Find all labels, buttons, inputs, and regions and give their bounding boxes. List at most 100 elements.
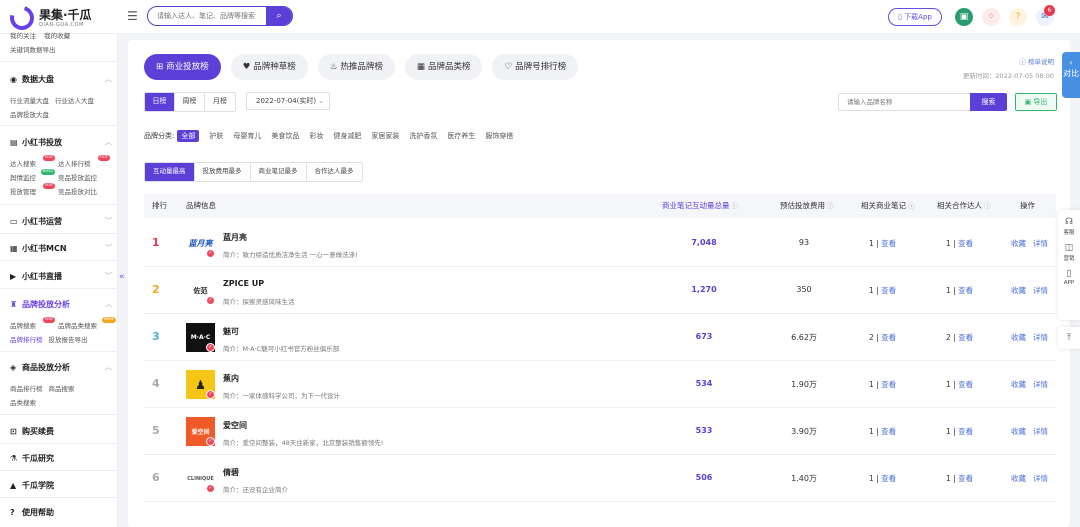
category-baby[interactable]: 母婴育儿 [233, 131, 261, 141]
view-kols-link[interactable]: 查看 [958, 333, 973, 342]
sidebar-item-brand-rank[interactable]: 品牌排行榜 [10, 336, 43, 344]
brand-name[interactable]: ZPICE UP [223, 279, 264, 288]
app-button[interactable]: ▯ APP [1058, 269, 1080, 286]
view-notes-link[interactable]: 查看 [881, 239, 896, 248]
sidebar-section-live[interactable]: ▶ 小红书直播 ﹀ [10, 271, 112, 282]
sidebar-section-help[interactable]: ? 使用帮助 [10, 507, 112, 518]
global-search-input[interactable] [148, 7, 266, 25]
view-notes-link[interactable]: 查看 [881, 380, 896, 389]
sidebar-item-brand-ads[interactable]: 品牌投放大盘 [10, 111, 49, 119]
col-notes[interactable]: 相关商业笔记 ⓘ [861, 194, 915, 218]
sidebar-section-mcn[interactable]: ▦ 小红书MCN ﹀ [10, 243, 112, 254]
detail-link[interactable]: 详情 [1033, 380, 1048, 389]
table-row[interactable]: 6 CLINIQUE ✓ 倩碧 简介：还没有企业简介 506 1.40万 1 | 查看 1 | … [144, 455, 1056, 502]
sidebar-item-sentiment[interactable]: 舆情监控 Beta [10, 169, 55, 182]
sidebar-item-kol-search[interactable]: 达人搜索 Hot [10, 155, 55, 168]
sidebar-section-xhs-ads[interactable]: ▤ 小红书投放 ︿ [10, 137, 112, 148]
sidebar-item-competitor-monitor[interactable]: 竞品投放监控 [58, 174, 97, 182]
favorite-link[interactable]: 收藏 [1011, 286, 1026, 295]
search-icon[interactable]: ⌕ [266, 7, 292, 25]
category-health[interactable]: 医疗养生 [447, 131, 475, 141]
view-notes-link[interactable]: 查看 [881, 286, 896, 295]
sidebar-item-category-search[interactable]: 品类搜索 [10, 399, 36, 407]
export-button[interactable]: ▣ 导出 [1015, 93, 1057, 111]
favorite-link[interactable]: 收藏 [1011, 333, 1026, 342]
sidebar-section-research[interactable]: ⚗ 千瓜研究 [10, 453, 112, 464]
help-icon[interactable]: ? [1009, 8, 1027, 26]
view-kols-link[interactable]: 查看 [958, 380, 973, 389]
download-app-button[interactable]: ▯ 下载App [888, 8, 942, 26]
sidebar-item-report-export[interactable]: 投放报告导出 [49, 336, 88, 344]
category-home[interactable]: 家居家装 [371, 131, 399, 141]
detail-link[interactable]: 详情 [1033, 239, 1048, 248]
col-fee[interactable]: 预估投放费用 ⓘ [780, 194, 834, 218]
category-fashion[interactable]: 服饰穿搭 [485, 131, 513, 141]
brand-search-button[interactable]: 搜索 [970, 93, 1007, 111]
favorite-link[interactable]: 收藏 [1011, 239, 1026, 248]
compare-button[interactable]: ‹ 对比 [1062, 52, 1080, 98]
menu-toggle-icon[interactable]: ☰ [127, 9, 138, 23]
sidebar-item-keyword-export[interactable]: 关键词数据导出 [10, 46, 56, 54]
tab-brand-account[interactable]: ♡ 品牌号排行榜 [492, 54, 579, 80]
back-to-top-icon[interactable]: ⤒ [1058, 327, 1080, 349]
view-notes-link[interactable]: 查看 [881, 474, 896, 483]
brand-name-input[interactable] [838, 93, 970, 111]
tab-commercial-ads[interactable]: ⊞ 商业投放榜 [144, 54, 221, 80]
brand-name[interactable]: 蓝月亮 [223, 232, 247, 243]
category-skincare[interactable]: 护肤 [209, 131, 223, 141]
sort-fee[interactable]: 投放费用最多 [195, 163, 251, 181]
table-row[interactable]: 3 M·A·C ✓ 魅可 简介：M·A·C魅可小红书官方粉丝俱乐部 673 6.62万 2 |… [144, 314, 1056, 361]
tab-brand-seeding[interactable]: ♥ 品牌种草榜 [230, 54, 308, 80]
sidebar-item-favorites[interactable]: 我的收藏 [44, 32, 70, 40]
period-weekly[interactable]: 周榜 [175, 93, 205, 111]
favorite-link[interactable]: 收藏 [1011, 427, 1026, 436]
favorite-link[interactable]: 收藏 [1011, 380, 1026, 389]
brand-name[interactable]: 魅可 [223, 326, 239, 337]
sort-notes[interactable]: 商业笔记最多 [251, 163, 307, 181]
view-notes-link[interactable]: 查看 [881, 333, 896, 342]
tab-brand-category[interactable]: ▦ 品牌品类榜 [404, 54, 483, 80]
table-row[interactable]: 1 蓝月亮 ✓ 蓝月亮 简介：致力缔造优质洁净生活 一心一意做洗涤! 7,048 93 1 |… [144, 220, 1056, 267]
sidebar-collapse-icon[interactable]: « [119, 272, 125, 282]
apps-grid-icon[interactable]: ⁘ [982, 8, 1000, 26]
category-makeup[interactable]: 彩妆 [309, 131, 323, 141]
sidebar-item-industry-flow[interactable]: 行业流量大盘 [10, 97, 49, 105]
sidebar-item-brand-category-search[interactable]: 品牌品类搜索 New [58, 317, 116, 330]
brand-name[interactable]: 倩碧 [223, 467, 239, 478]
customer-service-button[interactable]: ☊ 客服 [1058, 217, 1080, 236]
brand-name[interactable]: 蕉内 [223, 373, 239, 384]
view-kols-link[interactable]: 查看 [958, 286, 973, 295]
col-interaction[interactable]: 商业笔记互动量总量 ⓘ [662, 194, 738, 218]
sidebar-item-ads-manage[interactable]: 投放管理 Hot [10, 183, 55, 196]
sidebar-item-goods-rank[interactable]: 商品排行榜 [10, 385, 43, 393]
marketing-button[interactable]: ◫ 营销 [1058, 243, 1080, 262]
period-daily[interactable]: 日榜 [145, 93, 175, 111]
category-fitness[interactable]: 健身减肥 [333, 131, 361, 141]
view-kols-link[interactable]: 查看 [958, 239, 973, 248]
detail-link[interactable]: 详情 [1033, 474, 1048, 483]
table-row[interactable]: 4 ♟ ✓ 蕉内 简介：一家体感科学公司，为下一代设计 534 1.90万 1 | 查看 1 |… [144, 361, 1056, 408]
table-row[interactable]: 2 佐范 ✓ ZPICE UP 简介：探索灵感风味生活 1,270 350 1 | 查看 1 |… [144, 267, 1056, 314]
sidebar-item-competitor-compare[interactable]: 竞品投放对比 [58, 188, 97, 196]
sidebar-item-brand-search[interactable]: 品牌搜索 Hot [10, 317, 55, 330]
sidebar-section-buy[interactable]: ⊡ 购买续费 [10, 426, 112, 437]
favorite-link[interactable]: 收藏 [1011, 474, 1026, 483]
detail-link[interactable]: 详情 [1033, 286, 1048, 295]
category-food[interactable]: 美食饮品 [271, 131, 299, 141]
sidebar-section-academy[interactable]: ▲ 千瓜学院 [10, 480, 112, 491]
view-kols-link[interactable]: 查看 [958, 427, 973, 436]
category-washcare[interactable]: 洗护香氛 [409, 131, 437, 141]
period-monthly[interactable]: 月榜 [205, 93, 235, 111]
date-select[interactable]: 2022-07-04(实时) ⌄ [246, 92, 330, 110]
sort-interaction[interactable]: 互动量最高 [145, 163, 195, 181]
sidebar-item-goods-search[interactable]: 商品搜索 [49, 385, 75, 393]
view-kols-link[interactable]: 查看 [958, 474, 973, 483]
sidebar-item-follow[interactable]: 我的关注 [10, 32, 36, 40]
sidebar-section-brand-analysis[interactable]: ♜ 品牌投放分析 ︿ [10, 299, 112, 310]
view-notes-link[interactable]: 查看 [881, 427, 896, 436]
sidebar-section-goods-analysis[interactable]: ◈ 商品投放分析 ︿ [10, 362, 112, 373]
sidebar-section-xhs-ops[interactable]: ▭ 小红书运营 ﹀ [10, 216, 112, 227]
col-kols[interactable]: 相关合作达人 ⓘ [937, 194, 991, 218]
sidebar-section-data[interactable]: ◉ 数据大盘 ︿ [10, 74, 112, 85]
brand-name[interactable]: 爱空间 [223, 420, 247, 431]
